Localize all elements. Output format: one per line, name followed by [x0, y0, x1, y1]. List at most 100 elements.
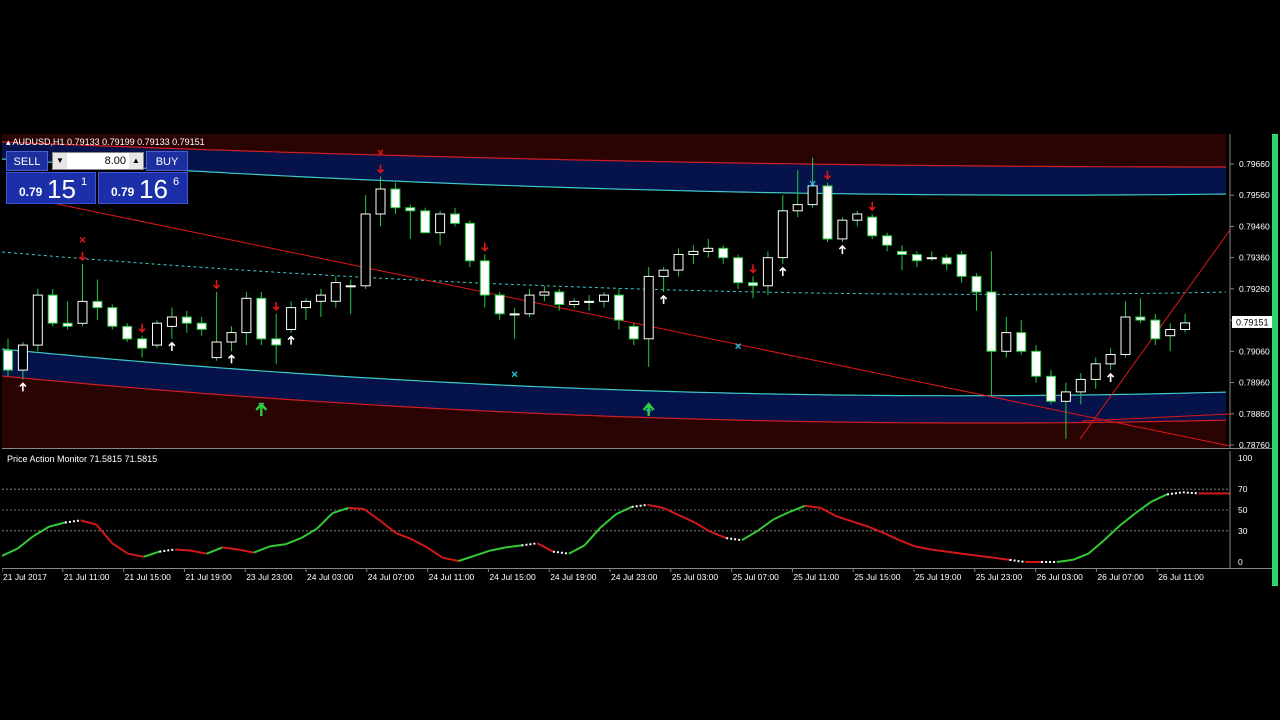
candle-body: [867, 216, 878, 237]
candle-body: [107, 307, 118, 327]
current-price-label: 0.79151: [1236, 318, 1269, 328]
candle[interactable]: [107, 304, 118, 330]
time-label: 24 Jul 07:00: [368, 572, 415, 582]
time-label: 26 Jul 07:00: [1097, 572, 1144, 582]
candle-body: [941, 257, 952, 265]
candle[interactable]: [464, 220, 475, 267]
candle-body: [613, 294, 624, 321]
candle-body: [1001, 332, 1012, 352]
chart-symbol-line: ▴ AUDUSD,H1 0.79133 0.79199 0.79133 0.79…: [6, 137, 205, 148]
candle-body: [703, 247, 714, 252]
candle-body: [1031, 350, 1042, 377]
candle-body: [762, 257, 773, 287]
candle-body: [643, 275, 654, 340]
time-label: 24 Jul 23:00: [611, 572, 658, 582]
candle-body: [1150, 319, 1161, 340]
symbol-ohlc: AUDUSD,H1 0.79133 0.79199 0.79133 0.7915…: [12, 137, 205, 147]
time-label: 25 Jul 23:00: [976, 572, 1023, 582]
level-label: 70: [1238, 484, 1248, 494]
buy-button[interactable]: BUY: [146, 151, 188, 171]
time-label: 25 Jul 19:00: [915, 572, 962, 582]
candle-body: [971, 275, 982, 293]
candle-body: [226, 332, 237, 343]
candle-body: [882, 235, 893, 246]
candle[interactable]: [32, 288, 43, 352]
price-tick-label: 0.78760: [1239, 440, 1270, 449]
candle[interactable]: [420, 207, 431, 234]
lot-decrease-icon[interactable]: ▼: [53, 153, 67, 169]
lot-size-field[interactable]: ▼ 8.00 ▲: [52, 152, 144, 170]
sell-price-button[interactable]: 0.79 15 1: [6, 172, 96, 204]
candle[interactable]: [867, 214, 878, 239]
candle-body: [360, 213, 371, 287]
sell-button[interactable]: SELL: [6, 151, 48, 171]
price-tick-label: 0.79060: [1239, 346, 1270, 356]
time-label: 24 Jul 19:00: [550, 572, 597, 582]
sell-price-fraction: 1: [81, 176, 88, 188]
buy-price-prefix: 0.79: [111, 185, 135, 199]
time-label: 25 Jul 15:00: [854, 572, 901, 582]
oscillator-title: Price Action Monitor 71.5815 71.5815: [7, 454, 158, 464]
candle[interactable]: [256, 292, 267, 346]
time-label: 21 Jul 11:00: [64, 572, 110, 582]
osc-segment: [175, 548, 191, 552]
lot-increase-icon[interactable]: ▲: [129, 153, 143, 169]
price-chart[interactable]: 0.796600.795600.794600.793600.792600.791…: [2, 134, 1272, 449]
oscillator-panel[interactable]: 100 70 50 30 0: [2, 451, 1272, 569]
candle-body: [986, 291, 997, 352]
collapse-triangle-icon[interactable]: ▴: [6, 137, 11, 147]
price-tick-label: 0.78960: [1239, 378, 1270, 388]
price-axis[interactable]: 0.79660 0.79560 0.79460 0.79360 0.79260 0.791…: [1230, 159, 1270, 449]
candle-body: [77, 300, 88, 324]
candle-body: [1075, 378, 1086, 393]
one-click-trading-panel: SELL ▼ 8.00 ▲ BUY 0.79 15 1 0.79 16 6: [6, 151, 188, 204]
candle-body: [897, 250, 907, 256]
time-label: 24 Jul 15:00: [489, 572, 536, 582]
lot-size-value[interactable]: 8.00: [67, 153, 129, 169]
candle-body: [584, 300, 595, 303]
level-label: 100: [1238, 453, 1252, 463]
price-tick-label: 0.79460: [1239, 221, 1270, 231]
level-label: 50: [1238, 505, 1248, 515]
candle[interactable]: [152, 320, 162, 349]
buy-price-button[interactable]: 0.79 16 6: [98, 172, 188, 204]
candle-body: [315, 294, 326, 302]
candle-body: [599, 294, 609, 302]
candle-body: [673, 254, 684, 271]
candle-body: [345, 285, 356, 288]
candle-body: [539, 291, 550, 296]
candle-body: [852, 213, 863, 221]
candle-body: [494, 294, 505, 315]
candle-body: [330, 282, 341, 302]
candle-body: [181, 316, 192, 324]
candle-body: [837, 219, 848, 240]
candle-body: [122, 325, 133, 340]
buy-price-pips: 16: [139, 174, 168, 204]
candle-body: [1105, 354, 1116, 365]
candle-body: [777, 210, 788, 259]
candle-body: [688, 250, 699, 256]
candle-body: [137, 338, 148, 349]
candle-body: [1046, 375, 1056, 402]
candle-body: [166, 316, 177, 327]
sell-price-prefix: 0.79: [19, 185, 43, 199]
candle[interactable]: [837, 217, 848, 243]
price-tick-label: 0.78860: [1239, 409, 1270, 419]
sell-price-pips: 15: [47, 174, 76, 204]
time-label: 24 Jul 11:00: [429, 572, 475, 582]
candle-body: [926, 257, 937, 260]
candle[interactable]: [822, 182, 833, 243]
candle-body: [47, 294, 58, 324]
candle-body: [569, 300, 580, 305]
candle-body: [301, 300, 311, 309]
osc-segment: [348, 506, 365, 510]
price-tick-label: 0.79560: [1239, 190, 1270, 200]
candle-body: [822, 185, 833, 240]
candle-body: [196, 322, 207, 330]
candle-body: [152, 322, 162, 346]
candle-body: [509, 313, 520, 316]
candle-body: [1135, 316, 1146, 321]
time-axis[interactable]: 21 Jul 2017 21 Jul 11:00 21 Jul 15:00 21 Ju…: [2, 569, 1272, 585]
candle[interactable]: [122, 323, 133, 342]
candle-body: [1120, 316, 1131, 355]
